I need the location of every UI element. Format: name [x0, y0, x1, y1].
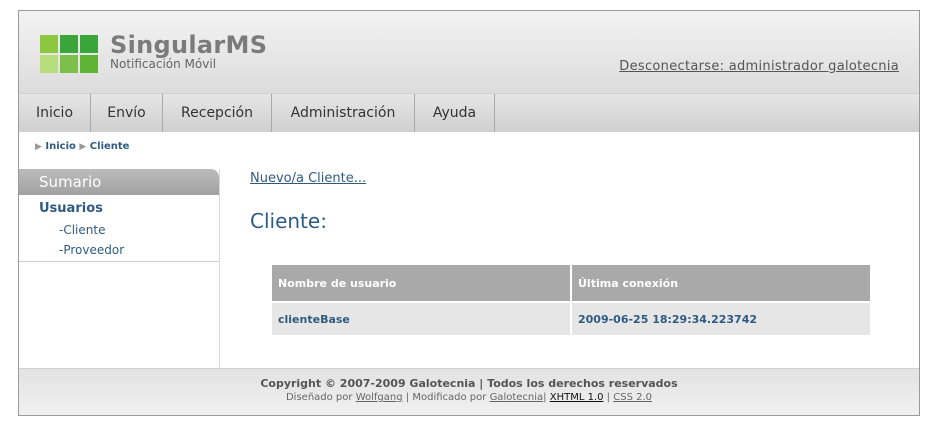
- column-header-username: Nombre de usuario: [272, 265, 570, 301]
- brand-title: SingularMS: [110, 31, 268, 59]
- brand-subtitle: Notificación Móvil: [110, 57, 217, 71]
- nav-item-recepcion[interactable]: Recepción: [163, 94, 272, 132]
- page-frame: SingularMS Notificación Móvil Desconecta…: [18, 10, 920, 416]
- header: SingularMS Notificación Móvil Desconecta…: [19, 11, 919, 93]
- sidebar-divider: [19, 261, 219, 262]
- nav-item-envio[interactable]: Envío: [91, 94, 163, 132]
- logo-icon: [40, 35, 99, 73]
- logout-link[interactable]: Desconectarse: administrador galotecnia: [619, 59, 899, 74]
- footer-css-link[interactable]: CSS 2.0: [613, 392, 652, 403]
- breadcrumb-arrow-icon: ▶: [79, 142, 87, 152]
- sidebar-title: Sumario: [19, 169, 219, 195]
- sidebar-link-cliente[interactable]: -Cliente: [59, 223, 105, 237]
- main-nav: Inicio Envío Recepción Administración Ay…: [19, 93, 919, 132]
- clients-table: Nombre de usuario Última conexión client…: [270, 265, 872, 335]
- table-row: clienteBase 2009-06-25 18:29:34.223742: [272, 301, 870, 335]
- breadcrumb: ▶ Inicio ▶ Cliente: [35, 141, 129, 152]
- breadcrumb-arrow-icon: ▶: [35, 142, 42, 152]
- footer-modifier-link[interactable]: Galotecnia: [490, 392, 544, 403]
- nav-item-inicio[interactable]: Inicio: [19, 94, 91, 132]
- cell-last-connection[interactable]: 2009-06-25 18:29:34.223742: [572, 301, 870, 335]
- sidebar: Sumario Usuarios -Cliente -Proveedor: [19, 169, 220, 368]
- footer-designed-by-label: Diseñado por: [285, 392, 353, 403]
- table-header-row: Nombre de usuario Última conexión: [272, 265, 870, 301]
- cell-username[interactable]: clienteBase: [272, 301, 570, 335]
- new-client-link[interactable]: Nuevo/a Cliente...: [250, 171, 366, 186]
- footer-separator: |: [606, 392, 611, 403]
- footer-copyright: Copyright © 2007-2009 Galotecnia | Todos…: [260, 377, 678, 390]
- footer-separator: |: [405, 392, 410, 403]
- footer-designer-link[interactable]: Wolfgang: [356, 392, 403, 403]
- nav-item-administracion[interactable]: Administración: [272, 94, 415, 132]
- footer-xhtml-link[interactable]: XHTML 1.0: [550, 392, 604, 403]
- column-header-last-connection: Última conexión: [572, 265, 870, 301]
- nav-item-ayuda[interactable]: Ayuda: [415, 94, 495, 132]
- sidebar-group-usuarios[interactable]: Usuarios: [39, 201, 103, 216]
- sidebar-link-proveedor[interactable]: -Proveedor: [59, 243, 124, 257]
- breadcrumb-item-cliente[interactable]: Cliente: [90, 141, 130, 152]
- page-title: Cliente:: [250, 209, 327, 233]
- footer-separator: |: [543, 392, 547, 403]
- footer: Copyright © 2007-2009 Galotecnia | Todos…: [19, 368, 919, 415]
- breadcrumb-item-inicio[interactable]: Inicio: [45, 141, 76, 152]
- footer-credits: Diseñado por Wolfgang | Modificado por G…: [19, 392, 919, 403]
- footer-modified-by-label: Modificado por: [412, 392, 487, 403]
